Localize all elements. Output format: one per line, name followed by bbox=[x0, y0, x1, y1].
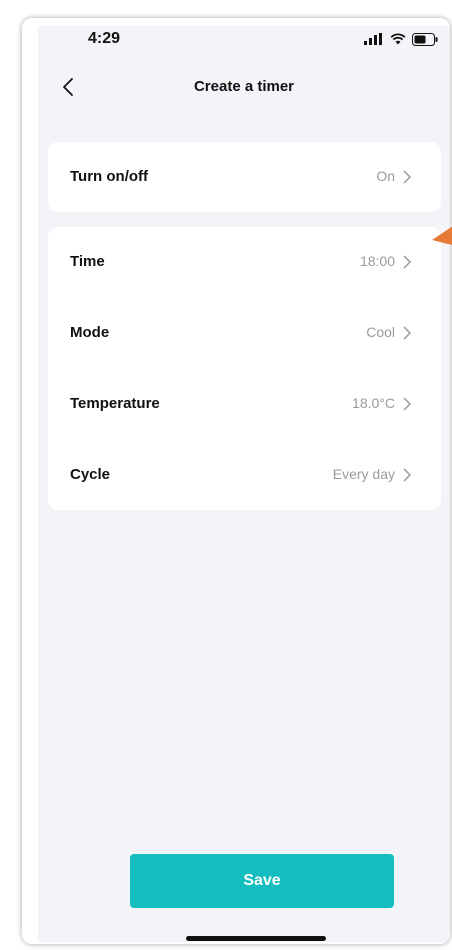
app-screen: 4:29 Create a timer Turn on/off On Time … bbox=[38, 26, 450, 942]
row-mode[interactable]: Mode Cool bbox=[48, 309, 441, 357]
status-bar: 4:29 bbox=[38, 26, 450, 60]
chevron-right-icon bbox=[403, 326, 412, 340]
row-turn-on-off[interactable]: Turn on/off On bbox=[48, 153, 441, 201]
wifi-icon bbox=[390, 33, 406, 45]
chevron-right-icon bbox=[403, 170, 412, 184]
row-label: Mode bbox=[70, 324, 110, 341]
row-label: Time bbox=[70, 253, 105, 270]
row-value: 18:00 bbox=[359, 253, 395, 269]
save-button[interactable]: Save bbox=[130, 854, 394, 908]
chevron-right-icon bbox=[403, 397, 412, 411]
page-title: Create a timer bbox=[193, 78, 295, 95]
chevron-right-icon bbox=[403, 255, 412, 269]
nav-bar: Create a timer bbox=[38, 66, 450, 110]
row-value: Every day bbox=[332, 466, 395, 482]
signal-icon bbox=[364, 33, 382, 45]
row-value: On bbox=[376, 168, 395, 184]
row-value: Cool bbox=[366, 324, 395, 340]
row-temperature[interactable]: Temperature 18.0°C bbox=[48, 380, 441, 428]
row-label: Temperature bbox=[70, 395, 160, 412]
row-label: Cycle bbox=[70, 466, 111, 483]
annotation-arrow-icon bbox=[432, 226, 452, 245]
device-frame: 4:29 Create a timer Turn on/off On Time … bbox=[22, 18, 450, 944]
chevron-right-icon bbox=[403, 468, 412, 482]
power-card: Turn on/off On bbox=[48, 142, 441, 212]
settings-card: Time 18:00 Mode Cool Temperature 18.0°C bbox=[48, 227, 441, 510]
battery-icon bbox=[412, 32, 438, 46]
row-time[interactable]: Time 18:00 bbox=[48, 238, 441, 286]
status-time: 4:29 bbox=[88, 30, 121, 47]
row-label: Turn on/off bbox=[70, 168, 149, 185]
home-indicator bbox=[186, 936, 326, 941]
row-cycle[interactable]: Cycle Every day bbox=[48, 451, 441, 499]
row-value: 18.0°C bbox=[352, 395, 395, 411]
status-icons bbox=[364, 32, 438, 46]
